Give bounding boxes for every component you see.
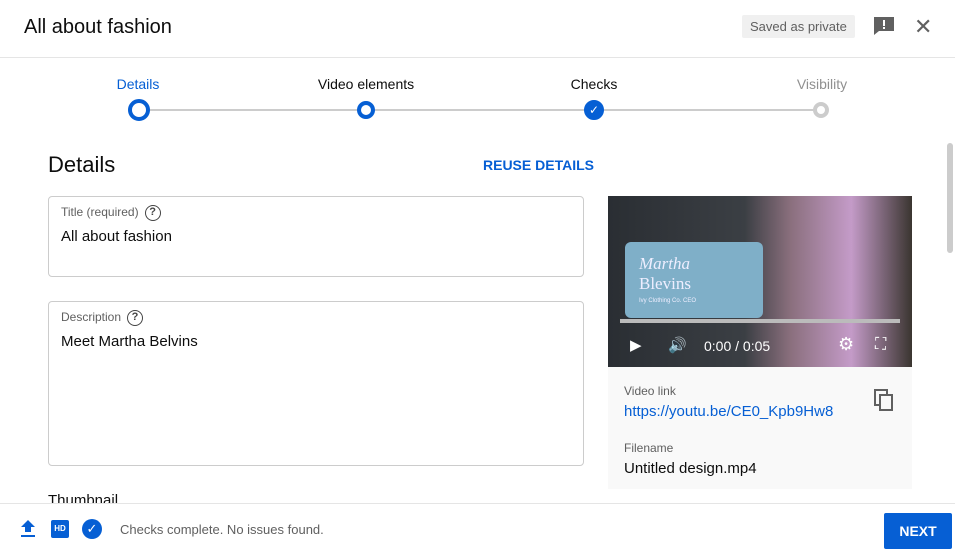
description-label: Description (61, 310, 122, 325)
scrollbar[interactable] (947, 143, 953, 253)
upload-icon[interactable] (20, 520, 36, 537)
close-icon[interactable]: ✕ (914, 14, 932, 40)
saved-status-badge: Saved as private (742, 15, 855, 38)
title-label: Title (required) (61, 205, 139, 220)
copy-icon[interactable] (874, 389, 894, 411)
help-icon[interactable]: ? (127, 310, 144, 326)
step-details[interactable]: Details (68, 76, 208, 92)
step-video-elements[interactable]: Video elements (296, 76, 436, 92)
next-button[interactable]: NEXT (884, 513, 952, 549)
description-input[interactable]: Meet Martha Belvins (61, 333, 198, 350)
dialog-title: All about fashion (24, 16, 172, 38)
footer: HD ✓ Checks complete. No issues found. N… (0, 503, 955, 549)
reuse-details-button[interactable]: REUSE DETAILS (483, 157, 594, 173)
help-icon[interactable]: ? (144, 205, 161, 221)
step-details-dot (128, 99, 150, 121)
checks-complete-icon[interactable]: ✓ (82, 519, 102, 539)
filename-label: Filename (624, 441, 674, 455)
description-field[interactable]: Description? Meet Martha Belvins (48, 301, 584, 466)
step-checks[interactable]: Checks (524, 76, 664, 92)
section-heading: Details (48, 152, 116, 177)
stepper-line (138, 109, 822, 111)
time-display: 0:00 / 0:05 (704, 338, 771, 354)
header: All about fashion Saved as private ✕ (0, 0, 955, 58)
video-link-label: Video link (624, 384, 676, 398)
volume-icon[interactable]: 🔊 (668, 336, 687, 354)
video-name-card: Martha Blevins Ivy Clothing Co. CEO (625, 242, 763, 318)
filename: Untitled design.mp4 (624, 460, 757, 477)
title-field[interactable]: Title (required)? All about fashion (48, 196, 584, 277)
feedback-icon[interactable] (873, 16, 895, 36)
status-text: Checks complete. No issues found. (120, 522, 324, 537)
video-link[interactable]: https://youtu.be/CE0_Kpb9Hw8 (624, 403, 833, 420)
fullscreen-icon[interactable]: ⛶ (875, 336, 886, 354)
hd-icon[interactable]: HD (51, 520, 69, 538)
check-icon: ✓ (584, 100, 604, 120)
progress-bar[interactable] (620, 319, 900, 323)
video-info: Video link https://youtu.be/CE0_Kpb9Hw8 … (608, 367, 912, 489)
settings-icon[interactable]: ⚙ (838, 334, 854, 355)
step-visibility-dot (813, 102, 829, 118)
title-input[interactable]: All about fashion (61, 228, 172, 245)
play-icon[interactable]: ▶ (630, 336, 642, 354)
step-video-elements-dot (357, 101, 375, 119)
step-visibility[interactable]: Visibility (752, 76, 892, 92)
video-preview[interactable]: Martha Blevins Ivy Clothing Co. CEO ▶ 🔊 … (608, 196, 912, 367)
